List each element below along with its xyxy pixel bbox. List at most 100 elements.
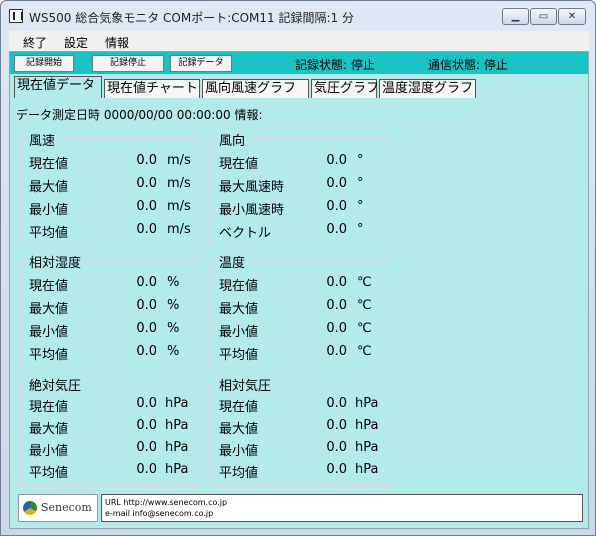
tab-current-data[interactable]: 現在値データ bbox=[14, 76, 102, 98]
row-unit: ° bbox=[357, 199, 364, 214]
row-value: 0.0 bbox=[326, 153, 347, 168]
record-start-button[interactable]: 記録開始 bbox=[14, 55, 74, 72]
main-panel: 記録開始 記録停止 記録データ 記録状態: 停止 通信状態: 停止 現在値データ… bbox=[9, 51, 589, 529]
tab-wind-graph[interactable]: 風向風速グラフ bbox=[202, 79, 309, 98]
row-unit: ℃ bbox=[357, 321, 372, 336]
group-title: 温度 bbox=[217, 252, 248, 271]
row-label: 現在値 bbox=[219, 400, 259, 415]
row-value: 0.0 bbox=[136, 396, 157, 411]
contact-info: URL http://www.senecom.co.jp e-mail info… bbox=[101, 494, 583, 522]
row-label: 平均値 bbox=[219, 466, 259, 481]
row-unit: ° bbox=[357, 176, 364, 191]
row-value: 0.0 bbox=[326, 176, 347, 191]
row-label: 最大値 bbox=[29, 422, 69, 437]
minimize-button[interactable]: ▁ bbox=[502, 8, 529, 25]
url-line: URL http://www.senecom.co.jp bbox=[105, 498, 228, 507]
tab-temp-humidity-graph[interactable]: 温度湿度グラフ bbox=[379, 79, 476, 98]
row-value: 0.0 bbox=[136, 440, 157, 455]
title-bar: WS500 総合気象モニタ COMポート:COM11 記録間隔:1 分 ▁ ▭ … bbox=[1, 1, 595, 31]
row-value: 0.0 bbox=[136, 344, 157, 359]
menu-info[interactable]: 情報 bbox=[105, 34, 129, 51]
row-label: 最大値 bbox=[219, 302, 259, 317]
row-unit: hPa bbox=[165, 396, 189, 411]
row-value: 0.0 bbox=[326, 462, 347, 477]
row-label: 現在値 bbox=[29, 157, 69, 172]
row-value: 0.0 bbox=[326, 440, 347, 455]
row-unit: hPa bbox=[165, 418, 189, 433]
menu-bar: 終了 設定 情報 bbox=[9, 31, 589, 51]
row-value: 0.0 bbox=[136, 222, 157, 237]
maximize-button[interactable]: ▭ bbox=[530, 8, 557, 25]
row-value: 0.0 bbox=[136, 321, 157, 336]
row-value: 0.0 bbox=[326, 298, 347, 313]
row-unit: hPa bbox=[165, 440, 189, 455]
group-title: 絶対気圧 bbox=[27, 375, 84, 394]
row-value: 0.0 bbox=[326, 418, 347, 433]
row-unit: hPa bbox=[355, 396, 379, 411]
group-wind-speed: 風速 現在値 0.0 m/s 最大値 0.0 m/s 最小値 0.0 m/s 平均値 0.0 m… bbox=[20, 130, 202, 246]
row-value: 0.0 bbox=[136, 176, 157, 191]
row-unit: hPa bbox=[165, 462, 189, 477]
window-title: WS500 総合気象モニタ COMポート:COM11 記録間隔:1 分 bbox=[29, 11, 354, 25]
tab-current-chart[interactable]: 現在値チャート bbox=[104, 79, 200, 98]
record-data-button[interactable]: 記録データ bbox=[170, 55, 232, 72]
toolbar: 記録開始 記録停止 記録データ 記録状態: 停止 通信状態: 停止 bbox=[10, 52, 588, 74]
group-title: 風向 bbox=[217, 130, 248, 149]
logo-icon bbox=[23, 501, 37, 515]
row-unit: m/s bbox=[167, 199, 191, 214]
row-label: 現在値 bbox=[219, 157, 259, 172]
group-wind-direction: 風向 現在値 0.0 ° 最大風速時 0.0 ° 最小風速時 0.0 ° ベクトル 0.0 ° bbox=[210, 130, 392, 246]
record-stop-button[interactable]: 記録停止 bbox=[92, 55, 164, 72]
group-absolute-pressure: 絶対気圧 現在値 0.0 hPa 最大値 0.0 hPa 最小値 0.0 hPa 平均値 0.… bbox=[20, 375, 202, 487]
group-temperature: 温度 現在値 0.0 ℃ 最大値 0.0 ℃ 最小値 0.0 ℃ 平均値 0.0 ℃ bbox=[210, 252, 392, 368]
row-label: 最大値 bbox=[29, 180, 69, 195]
row-label: 最小値 bbox=[29, 325, 69, 340]
row-label: 現在値 bbox=[219, 279, 259, 294]
row-value: 0.0 bbox=[136, 462, 157, 477]
row-label: 現在値 bbox=[29, 279, 69, 294]
app-window: WS500 総合気象モニタ COMポート:COM11 記録間隔:1 分 ▁ ▭ … bbox=[0, 0, 596, 536]
row-unit: m/s bbox=[167, 153, 191, 168]
row-label: 平均値 bbox=[29, 466, 69, 481]
row-unit: % bbox=[167, 275, 180, 290]
row-value: 0.0 bbox=[136, 298, 157, 313]
row-unit: % bbox=[167, 298, 180, 313]
app-icon bbox=[9, 9, 23, 23]
row-value: 0.0 bbox=[136, 275, 157, 290]
row-label: 最大値 bbox=[29, 302, 69, 317]
row-label: 最小値 bbox=[219, 325, 259, 340]
company-logo: Senecom bbox=[18, 494, 98, 522]
row-value: 0.0 bbox=[326, 222, 347, 237]
comm-status: 通信状態: 停止 bbox=[428, 58, 508, 72]
row-unit: % bbox=[167, 321, 180, 336]
row-label: 現在値 bbox=[29, 400, 69, 415]
row-value: 0.0 bbox=[136, 199, 157, 214]
row-unit: % bbox=[167, 344, 180, 359]
close-button[interactable]: ✕ bbox=[558, 8, 586, 25]
logo-text: Senecom bbox=[41, 501, 92, 514]
group-title: 相対湿度 bbox=[27, 252, 84, 271]
row-unit: ℃ bbox=[357, 275, 372, 290]
row-label: ベクトル bbox=[219, 226, 272, 241]
close-icon: ✕ bbox=[567, 11, 577, 22]
group-relative-pressure: 相対気圧 現在値 0.0 hPa 最大値 0.0 hPa 最小値 0.0 hPa 平均値 0.… bbox=[210, 375, 392, 487]
row-unit: hPa bbox=[355, 440, 379, 455]
row-unit: hPa bbox=[355, 418, 379, 433]
row-value: 0.0 bbox=[326, 321, 347, 336]
menu-exit[interactable]: 終了 bbox=[23, 34, 47, 51]
row-label: 最大値 bbox=[219, 422, 259, 437]
minimize-icon: ▁ bbox=[511, 11, 520, 22]
row-label: 平均値 bbox=[29, 348, 69, 363]
row-label: 最小風速時 bbox=[219, 203, 285, 218]
tab-pressure-graph[interactable]: 気圧グラフ bbox=[311, 79, 379, 98]
row-label: 最小値 bbox=[219, 444, 259, 459]
maximize-icon: ▭ bbox=[538, 11, 549, 22]
row-unit: ℃ bbox=[357, 344, 372, 359]
row-unit: m/s bbox=[167, 222, 191, 237]
row-value: 0.0 bbox=[326, 396, 347, 411]
group-title: 相対気圧 bbox=[217, 375, 274, 394]
menu-settings[interactable]: 設定 bbox=[64, 34, 88, 51]
row-value: 0.0 bbox=[326, 199, 347, 214]
measurement-info: データ測定日時 0000/00/00 00:00:00 情報: bbox=[16, 108, 263, 122]
row-label: 平均値 bbox=[29, 226, 69, 241]
